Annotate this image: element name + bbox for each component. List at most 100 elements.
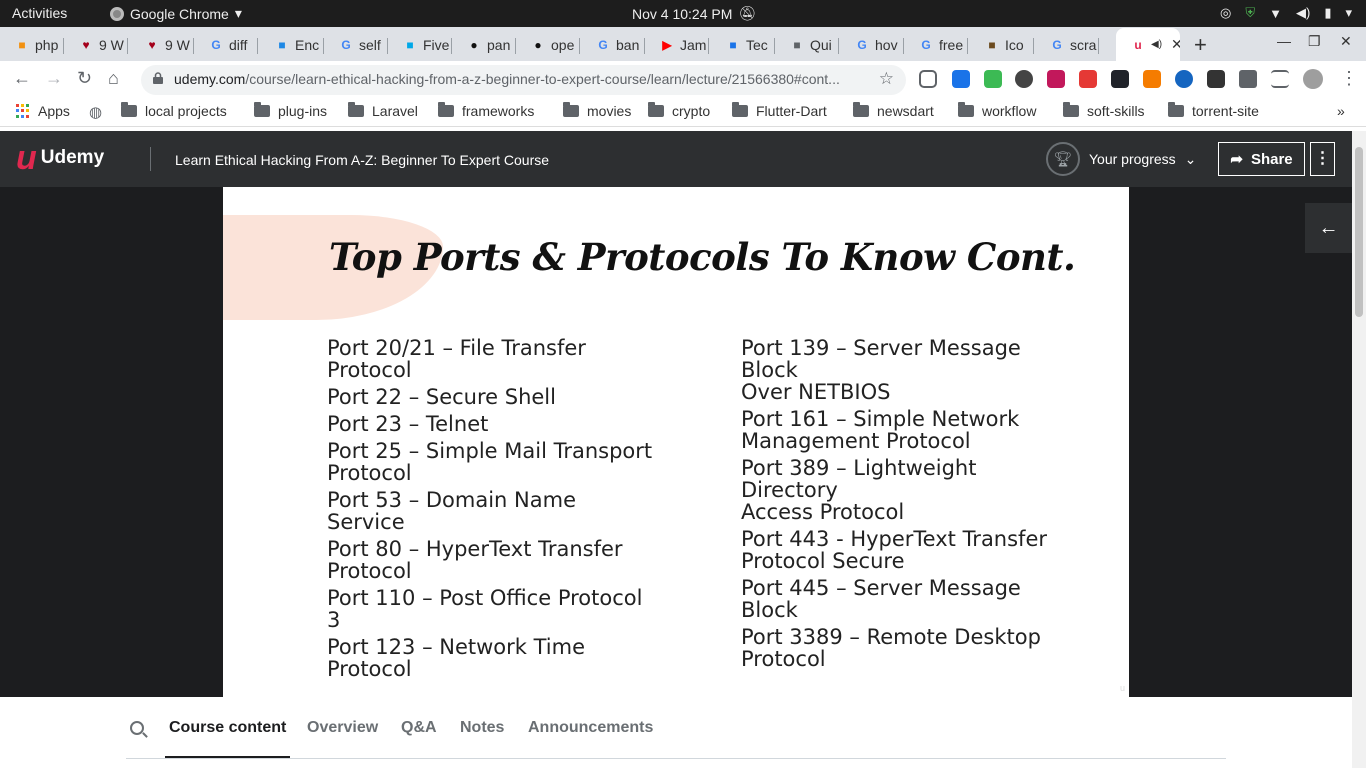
battery-icon: ▮ xyxy=(1324,5,1332,20)
tab-title: Qui xyxy=(810,37,832,53)
browser-tab[interactable]: ■ Five xyxy=(388,31,452,59)
progress-dropdown[interactable]: 🏆︎ Your progress ⌄ xyxy=(1046,142,1196,176)
close-tab-icon[interactable]: ✕ xyxy=(1171,36,1180,53)
browser-tab[interactable]: Ghov xyxy=(840,31,904,59)
bookmark-folder[interactable]: movies xyxy=(563,102,631,119)
scrollbar-thumb[interactable] xyxy=(1355,147,1363,317)
dark-mode-icon[interactable] xyxy=(1015,70,1033,88)
system-tray[interactable]: ◎ ⛨ ▼ ◀) ▮ ▾ xyxy=(1220,5,1352,21)
react-devtools-icon[interactable] xyxy=(1111,70,1129,88)
browser-tab-active[interactable]: u ◀) ✕ xyxy=(1116,28,1180,61)
incognito-extension-icon[interactable] xyxy=(1207,70,1225,88)
close-window-button[interactable]: ✕ xyxy=(1340,33,1352,50)
new-tab-button[interactable]: + xyxy=(1194,32,1207,58)
browser-tab[interactable]: ♥ 9 W xyxy=(64,31,128,59)
tab-course-content[interactable]: Course content xyxy=(164,719,291,758)
port-entry: Port 123 – Network Time Protocol xyxy=(327,636,657,680)
back-arrow-icon[interactable]: ← xyxy=(13,68,31,89)
tab-title: Five xyxy=(423,37,450,53)
address-bar[interactable]: udemy.com/course/learn-ethical-hacking-f… xyxy=(141,65,906,95)
browser-tab[interactable]: Gdiff xyxy=(194,31,258,59)
share-button[interactable]: ➦ Share xyxy=(1218,142,1305,176)
bookmark-folder[interactable]: soft-skills xyxy=(1063,102,1145,119)
forward-arrow-icon[interactable]: → xyxy=(45,68,63,89)
shield-icon: ⛨ xyxy=(1245,5,1256,20)
tab-notes[interactable]: Notes xyxy=(460,719,504,737)
minimize-button[interactable]: — xyxy=(1277,33,1291,49)
tab-title: 9 W xyxy=(99,37,124,53)
bookmark-folder[interactable]: frameworks xyxy=(438,102,534,119)
avatar[interactable] xyxy=(1303,69,1323,89)
store-extension-icon[interactable] xyxy=(1143,70,1161,88)
more-options-button[interactable]: ⋮ xyxy=(1310,142,1335,176)
apps-shortcut[interactable]: Apps xyxy=(16,103,70,119)
udemy-logo[interactable]: u Udemy xyxy=(16,139,104,177)
bookmark-folder[interactable]: crypto xyxy=(648,102,710,119)
github-icon: ● xyxy=(470,38,478,52)
browser-tab[interactable]: Gfree xyxy=(904,31,968,59)
folder-icon xyxy=(438,102,454,117)
more-bookmarks-icon[interactable]: » xyxy=(1337,103,1345,119)
folder-icon xyxy=(563,102,579,117)
course-header: u Udemy Learn Ethical Hacking From A-Z: … xyxy=(0,131,1352,187)
pocket-icon[interactable] xyxy=(919,70,937,88)
bookmark-folder[interactable]: Flutter-Dart xyxy=(732,102,827,119)
port-entry-line: Port 445 – Server Message Block xyxy=(741,576,1021,622)
browser-tab[interactable]: ■ php xyxy=(0,31,64,59)
browser-tab[interactable]: ■ Tec xyxy=(711,31,775,59)
home-icon[interactable]: ⌂ xyxy=(108,68,119,89)
browser-tab[interactable]: ● pan xyxy=(452,31,516,59)
puzzle-icon[interactable] xyxy=(1239,70,1257,88)
bookmark-folder[interactable]: local projects xyxy=(121,102,227,119)
wifi-icon: ▼ xyxy=(1269,5,1282,21)
extension-badge-icon[interactable] xyxy=(952,70,970,88)
tab-title: hov xyxy=(875,37,898,53)
bookmark-folder[interactable]: newsdart xyxy=(853,102,934,119)
ports-list-right: Port 139 – Server Message Block Over NETB… xyxy=(741,337,1071,675)
bookmark-folder[interactable]: workflow xyxy=(958,102,1036,119)
browser-tab[interactable]: ● ope xyxy=(516,31,580,59)
tab-strip: ■ php ♥ 9 W ♥ 9 W Gdiff ■ Enc Gself ■ Five ● pan ● ope G… xyxy=(0,27,1366,61)
bookmark-folder-label: newsdart xyxy=(877,103,934,119)
google-icon: G xyxy=(921,38,931,52)
edit-extension-icon[interactable] xyxy=(1175,70,1193,88)
browser-tab[interactable]: ♥ 9 W xyxy=(130,31,194,59)
bookmark-folder[interactable]: plug-ins xyxy=(254,102,327,119)
browser-tab[interactable]: Gself xyxy=(324,31,388,59)
folder-icon xyxy=(1168,102,1184,117)
percent-extension-icon[interactable] xyxy=(1079,70,1097,88)
bookmark-folder[interactable]: Laravel xyxy=(348,102,418,119)
reload-icon[interactable]: ↻ xyxy=(77,68,92,89)
bookmark-folder[interactable]: torrent-site xyxy=(1168,102,1259,119)
tab-qa[interactable]: Q&A xyxy=(401,719,437,737)
bookmark-folder-label: soft-skills xyxy=(1087,103,1145,119)
audio-playing-icon[interactable]: ◀) xyxy=(1151,39,1162,50)
back-arrow-icon[interactable]: ← xyxy=(1305,203,1352,253)
tab-separator xyxy=(1098,38,1099,54)
browser-tab[interactable]: ■ Qui xyxy=(775,31,839,59)
download-extension-icon[interactable] xyxy=(984,70,1002,88)
media-control-icon[interactable] xyxy=(1271,70,1289,88)
browser-tab[interactable]: ▶ Jam xyxy=(645,31,709,59)
app-menu[interactable]: Google Chrome ▾ xyxy=(110,5,242,22)
slide-title: Top Ports & Protocols To Know Cont. xyxy=(329,235,1076,279)
globe-bookmark[interactable]: ◍ xyxy=(89,103,102,121)
tab-announcements[interactable]: Announcements xyxy=(528,719,653,737)
bookmark-star-icon[interactable]: ☆ xyxy=(879,69,894,89)
browser-tab[interactable]: ■ Ico xyxy=(970,31,1034,59)
udemy-u-icon: u xyxy=(16,139,37,177)
maximize-button[interactable]: ❐ xyxy=(1308,33,1321,50)
url-text: udemy.com/course/learn-ethical-hacking-f… xyxy=(174,71,840,87)
search-icon[interactable] xyxy=(130,721,144,735)
browser-tab[interactable]: Gban xyxy=(581,31,645,59)
clock[interactable]: Nov 4 10:24 PM 🔕︎ xyxy=(632,5,756,22)
browser-tab[interactable]: Gscra xyxy=(1035,31,1099,59)
kebab-menu-icon[interactable]: ⋮ xyxy=(1340,68,1358,89)
tab-overview[interactable]: Overview xyxy=(307,719,378,737)
activities-button[interactable]: Activities xyxy=(12,5,67,21)
tab-separator xyxy=(967,38,968,54)
course-title[interactable]: Learn Ethical Hacking From A-Z: Beginner… xyxy=(175,152,549,168)
browser-tab[interactable]: ■ Enc xyxy=(260,31,324,59)
page-scrollbar[interactable] xyxy=(1352,131,1366,768)
camera-extension-icon[interactable] xyxy=(1047,70,1065,88)
